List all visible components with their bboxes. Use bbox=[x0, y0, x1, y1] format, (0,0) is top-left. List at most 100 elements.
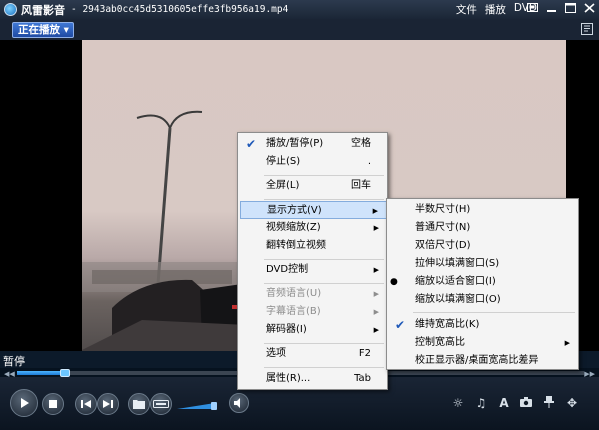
menu-item-label: 选项 bbox=[266, 348, 286, 359]
move-icon[interactable]: ✥ bbox=[565, 396, 579, 410]
minimize-icon[interactable] bbox=[545, 3, 557, 15]
menu-item-label: 停止(S) bbox=[266, 156, 301, 167]
menu-item-shortcut: 回车 bbox=[351, 180, 371, 191]
mini-mode-icon[interactable] bbox=[526, 3, 538, 15]
next-icon bbox=[103, 400, 113, 408]
now-playing-button[interactable]: 正在播放 ▾ bbox=[12, 22, 74, 38]
check-icon: ✔ bbox=[395, 318, 406, 332]
menu-separator bbox=[413, 312, 575, 313]
submenu-arrow-icon: ▶ bbox=[373, 326, 379, 334]
menu-play[interactable]: 播放 bbox=[485, 2, 506, 17]
open-file-button[interactable] bbox=[128, 393, 150, 415]
menu-item-label: 显示方式(V) bbox=[267, 205, 322, 216]
menu-item-flip-video[interactable]: 翻转倒立视频 bbox=[238, 237, 387, 255]
menu-item-shortcut: F2 bbox=[358, 348, 371, 359]
stop-button[interactable] bbox=[42, 393, 64, 415]
play-button[interactable] bbox=[10, 389, 38, 417]
menu-item-label: 缩放以填满窗口(O) bbox=[415, 294, 501, 305]
subtitle-icon[interactable]: A bbox=[497, 396, 511, 410]
submenu-item-keep-aspect[interactable]: ✔ 维持宽高比(K) bbox=[387, 316, 578, 334]
menu-item-label: 拉伸以填满窗口(S) bbox=[415, 258, 500, 269]
menu-separator bbox=[264, 199, 384, 200]
menu-item-shortcut: Tab bbox=[354, 373, 371, 384]
menu-item-label: 维持宽高比(K) bbox=[415, 319, 480, 330]
menu-separator bbox=[264, 343, 384, 344]
menu-separator bbox=[264, 175, 384, 176]
previous-icon bbox=[81, 400, 91, 408]
window-buttons bbox=[526, 3, 595, 15]
stop-icon bbox=[49, 400, 57, 408]
submenu-arrow-icon: ▶ bbox=[373, 308, 379, 316]
menu-item-display-mode[interactable]: 显示方式(V) ▶ bbox=[240, 201, 387, 219]
folder-icon bbox=[133, 400, 145, 409]
submenu-arrow-icon: ▶ bbox=[373, 290, 379, 298]
menu-item-label: 翻转倒立视频 bbox=[266, 240, 326, 251]
playlist-icon[interactable] bbox=[581, 23, 593, 35]
volume-slider[interactable] bbox=[177, 400, 217, 410]
seek-thumb[interactable] bbox=[60, 369, 70, 377]
menu-item-shortcut: . bbox=[367, 156, 371, 167]
menu-item-fullscreen[interactable]: 全屏(L) 回车 bbox=[238, 177, 387, 195]
speaker-icon bbox=[234, 398, 240, 408]
previous-button[interactable] bbox=[75, 393, 97, 415]
dvd-button[interactable] bbox=[150, 393, 172, 415]
menu-item-label: 普通尺寸(N) bbox=[415, 222, 471, 233]
dvd-icon bbox=[153, 400, 169, 408]
status-text: 暂停 bbox=[3, 355, 25, 368]
menu-item-dvd-control[interactable]: DVD控制 ▶ bbox=[238, 261, 387, 279]
menu-item-label: DVD控制 bbox=[266, 264, 309, 275]
menu-item-label: 双倍尺寸(D) bbox=[415, 240, 471, 251]
menu-item-label: 全屏(L) bbox=[266, 180, 300, 191]
display-mode-submenu: 半数尺寸(H) 普通尺寸(N) 双倍尺寸(D) 拉伸以填满窗口(S) ● 缩放以… bbox=[386, 198, 579, 370]
brightness-icon[interactable]: ☼ bbox=[451, 396, 465, 410]
submenu-item-zoom-fit[interactable]: ● 缩放以适合窗口(I) bbox=[387, 273, 578, 291]
menu-item-label: 解码器(I) bbox=[266, 324, 307, 335]
mute-button[interactable] bbox=[229, 393, 249, 413]
selected-dot-icon: ● bbox=[390, 277, 398, 287]
check-icon: ✔ bbox=[246, 137, 257, 151]
submenu-item-half-size[interactable]: 半数尺寸(H) bbox=[387, 201, 578, 219]
menu-file[interactable]: 文件 bbox=[456, 2, 477, 17]
menu-item-audio-language: 音频语言(U) ▶ bbox=[238, 285, 387, 303]
top-menu: 文件 播放 DVD bbox=[456, 2, 537, 17]
submenu-item-control-aspect[interactable]: 控制宽高比 ▶ bbox=[387, 334, 578, 352]
submenu-arrow-icon: ▶ bbox=[373, 266, 379, 274]
menu-item-stop[interactable]: 停止(S) . bbox=[238, 153, 387, 171]
submenu-arrow-icon: ▶ bbox=[372, 207, 378, 215]
menu-item-label: 控制宽高比 bbox=[415, 337, 465, 348]
menu-item-label: 缩放以适合窗口(I) bbox=[415, 276, 496, 287]
menu-item-label: 半数尺寸(H) bbox=[415, 204, 471, 215]
menu-item-shortcut: 空格 bbox=[351, 138, 371, 149]
submenu-arrow-icon: ▶ bbox=[564, 339, 570, 347]
close-icon[interactable] bbox=[583, 3, 595, 15]
menu-separator bbox=[264, 283, 384, 284]
context-menu: ✔ 播放/暂停(P) 空格 停止(S) . 全屏(L) 回车 显示方式(V) ▶… bbox=[237, 132, 388, 390]
menu-item-play-pause[interactable]: ✔ 播放/暂停(P) 空格 bbox=[238, 135, 387, 153]
pin-icon[interactable] bbox=[542, 396, 556, 410]
submenu-item-correct-aspect[interactable]: 校正显示器/桌面宽高比差异 bbox=[387, 352, 578, 370]
screenshot-icon[interactable] bbox=[519, 396, 533, 410]
menu-item-label: 校正显示器/桌面宽高比差异 bbox=[415, 355, 539, 366]
maximize-icon[interactable] bbox=[564, 3, 576, 15]
submenu-item-stretch-fill[interactable]: 拉伸以填满窗口(S) bbox=[387, 255, 578, 273]
menu-separator bbox=[264, 259, 384, 260]
submenu-arrow-icon: ▶ bbox=[373, 224, 379, 232]
menu-item-label: 音频语言(U) bbox=[266, 288, 322, 299]
next-button[interactable] bbox=[97, 393, 119, 415]
sub-toolbar bbox=[0, 19, 599, 40]
play-icon bbox=[21, 398, 29, 408]
menu-item-label: 视频缩放(Z) bbox=[266, 222, 321, 233]
menu-item-subtitle-language: 字幕语言(B) ▶ bbox=[238, 303, 387, 321]
menu-item-options[interactable]: 选项 F2 bbox=[238, 345, 387, 363]
menu-item-video-zoom[interactable]: 视频缩放(Z) ▶ bbox=[238, 219, 387, 237]
submenu-item-normal-size[interactable]: 普通尺寸(N) bbox=[387, 219, 578, 237]
menu-item-properties[interactable]: 属性(R)... Tab bbox=[238, 370, 387, 388]
submenu-item-double-size[interactable]: 双倍尺寸(D) bbox=[387, 237, 578, 255]
menu-separator bbox=[264, 367, 384, 368]
file-name: - 2943ab0cc45d5310605effe3fb956a19.mp4 bbox=[71, 4, 289, 15]
menu-item-decoder[interactable]: 解码器(I) ▶ bbox=[238, 321, 387, 339]
menu-item-label: 播放/暂停(P) bbox=[266, 138, 324, 149]
app-name: 风雷影音 bbox=[21, 3, 65, 17]
submenu-item-zoom-fill[interactable]: 缩放以填满窗口(O) bbox=[387, 291, 578, 309]
music-icon[interactable]: ♫ bbox=[474, 396, 488, 410]
